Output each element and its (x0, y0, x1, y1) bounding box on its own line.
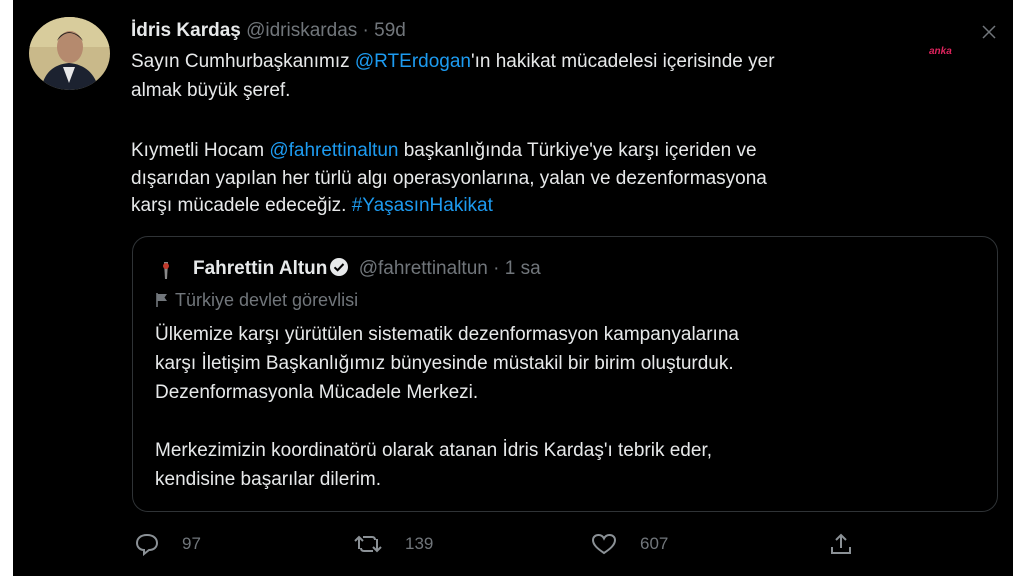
quoted-author-name[interactable]: Fahrettin Altun (193, 258, 327, 279)
like-count: 607 (640, 534, 669, 553)
author-avatar[interactable] (29, 17, 110, 90)
like-button[interactable]: 607 (590, 528, 668, 560)
tweet-text-line-1: Sayın Cumhurbaşkanımız @RTErdogan'ın hak… (131, 48, 775, 76)
quoted-separator: · (493, 258, 500, 279)
flag-icon (155, 292, 169, 313)
close-icon[interactable] (979, 22, 999, 42)
mention-link[interactable]: @fahrettinaltun (269, 140, 398, 161)
author-handle[interactable]: @idriskardas (246, 20, 357, 41)
quoted-text-line: Dezenformasyonla Mücadele Merkezi. (155, 382, 479, 403)
share-button[interactable] (828, 528, 876, 560)
tweet-text-line-3: Kıymetli Hocam @fahrettinaltun başkanlığ… (131, 137, 757, 165)
mention-link[interactable]: @RTErdogan (355, 51, 471, 72)
quoted-header: Fahrettin Altun @fahrettinaltun · 1 sa (193, 257, 541, 283)
quoted-text-line: karşı İletişim Başkanlığımız bünyesinde … (155, 353, 734, 374)
quoted-text-line: Merkezimizin koordinatörü olarak atanan … (155, 440, 713, 461)
hashtag-link[interactable]: #YaşasınHakikat (352, 195, 493, 216)
text-span: 'ın hakikat mücadelesi içerisinde yer (470, 51, 775, 72)
quoted-text-line: kendisine başarılar dilerim. (155, 469, 381, 490)
tweet-text-line-5: karşı mücadele edeceğiz. #YaşasınHakikat (131, 192, 493, 220)
reply-icon (135, 533, 159, 556)
tweet-text-line-2: almak büyük şeref. (131, 80, 291, 101)
quoted-author-handle[interactable]: @fahrettinaltun (359, 258, 488, 279)
quoted-tweet[interactable]: Fahrettin Altun @fahrettinaltun · 1 sa T… (132, 236, 998, 512)
tweet-header: İdris Kardaş @idriskardas · 59d (131, 20, 406, 42)
tweet-time[interactable]: 59d (374, 20, 406, 41)
tweet-actions: 97 139 607 (13, 528, 1013, 560)
verified-badge-icon (329, 257, 349, 283)
tweet-text-line-4: dışarıdan yapılan her türlü algı operasy… (131, 168, 767, 189)
quoted-text-line: Ülkemize karşı yürütülen sistematik deze… (155, 324, 739, 345)
government-label: Türkiye devlet görevlisi (155, 290, 358, 313)
text-span: karşı mücadele edeceğiz. (131, 195, 352, 216)
retweet-icon (354, 535, 382, 553)
text-span: başkanlığında Türkiye'ye karşı içeriden … (398, 140, 757, 161)
tweet-card[interactable]: İdris Kardaş @idriskardas · 59d anka Say… (13, 0, 1013, 576)
retweet-count: 139 (405, 534, 434, 553)
retweet-button[interactable]: 139 (353, 528, 433, 560)
heart-icon (591, 533, 617, 555)
reply-button[interactable]: 97 (134, 528, 201, 560)
header-separator: · (362, 20, 369, 41)
reply-count: 97 (182, 534, 201, 553)
government-label-text: Türkiye devlet görevlisi (175, 290, 359, 310)
watermark-logo: anka (929, 46, 952, 57)
quoted-author-avatar[interactable] (155, 259, 177, 281)
quoted-time[interactable]: 1 sa (505, 258, 541, 279)
author-name[interactable]: İdris Kardaş (131, 20, 241, 41)
text-span: Sayın Cumhurbaşkanımız (131, 51, 355, 72)
share-icon (831, 533, 851, 554)
text-span: Kıymetli Hocam (131, 140, 270, 161)
